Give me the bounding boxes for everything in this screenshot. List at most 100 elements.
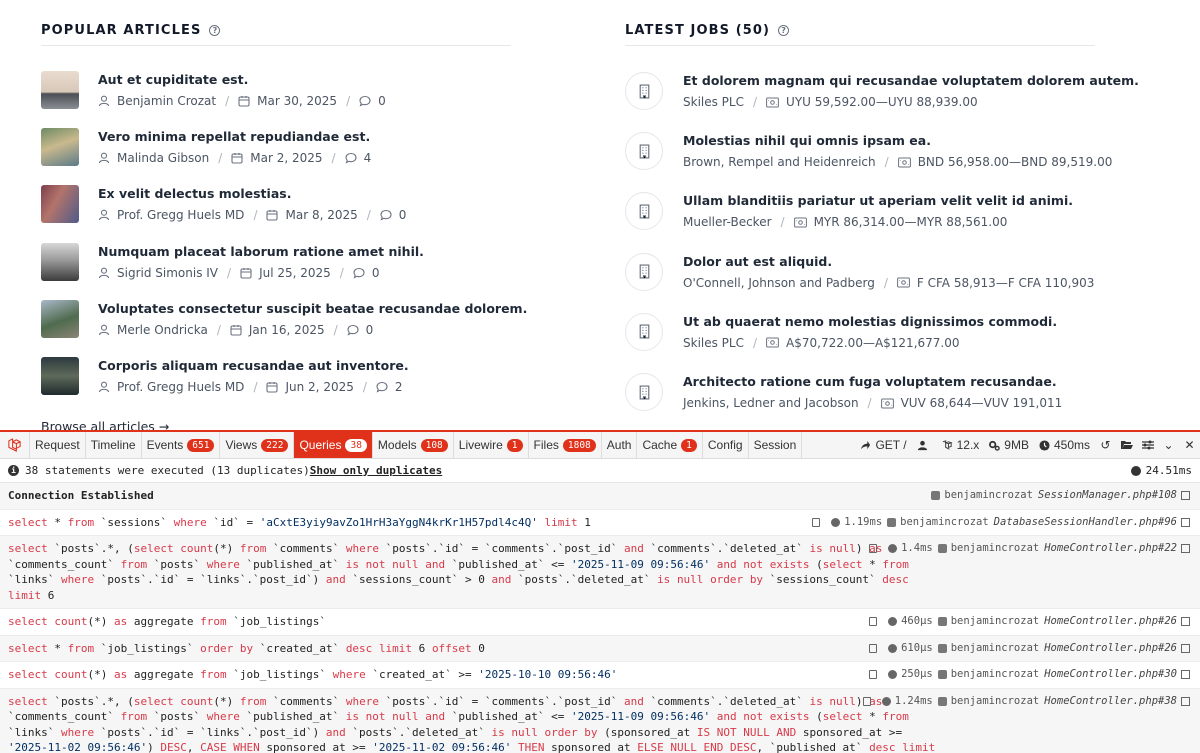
external-link-icon[interactable] — [1181, 517, 1190, 527]
tab-config[interactable]: Config — [703, 432, 749, 458]
job-title[interactable]: Ut ab quaerat nemo molestias dignissimos… — [683, 314, 1057, 329]
query-source[interactable]: HomeController.php#26 — [1044, 641, 1177, 657]
database-icon — [937, 544, 947, 554]
settings-sliders-icon[interactable] — [1137, 440, 1158, 450]
job-salary: UYU 59,592.00—UYU 88,939.00 — [786, 95, 978, 109]
article-author[interactable]: Merle Ondricka — [117, 323, 208, 337]
article-author[interactable]: Prof. Gregg Huels MD — [117, 208, 244, 222]
request-duration[interactable]: 450ms — [1034, 438, 1095, 452]
article-thumbnail[interactable] — [41, 185, 79, 224]
article-item[interactable]: Corporis aliquam recusandae aut inventor… — [41, 357, 511, 399]
external-link-icon[interactable] — [1181, 544, 1190, 554]
job-item[interactable]: Dolor aut est aliquid. O'Connell, Johnson… — [625, 252, 1095, 301]
article-title[interactable]: Vero minima repellat repudiandae est. — [98, 129, 370, 144]
memory-usage[interactable]: 9MB — [984, 438, 1034, 452]
copy-icon[interactable] — [812, 517, 821, 527]
query-row[interactable]: select `posts`.*, (select count(*) from … — [0, 688, 1200, 753]
external-link-icon[interactable] — [1181, 696, 1190, 706]
tab-cache[interactable]: Cache 1 — [637, 432, 703, 458]
job-title[interactable]: Dolor aut est aliquid. — [683, 254, 832, 269]
query-row[interactable]: select count(*) as aggregate from `job_l… — [0, 609, 1200, 636]
history-icon[interactable]: ↺ — [1095, 438, 1116, 452]
article-item[interactable]: Numquam placeat laborum ratione amet nih… — [41, 242, 511, 285]
folder-open-icon[interactable] — [1116, 440, 1137, 450]
query-row[interactable]: select * from `sessions` where `id` = 'a… — [0, 510, 1200, 536]
external-link-icon[interactable] — [1181, 670, 1190, 680]
question-circle-icon[interactable]: ? — [209, 25, 221, 36]
query-row[interactable]: select `posts`.*, (select count(*) from … — [0, 536, 1200, 609]
close-icon[interactable]: ✕ — [1179, 438, 1200, 452]
article-thumbnail[interactable] — [41, 128, 79, 167]
article-title[interactable]: Aut et cupiditate est. — [98, 72, 248, 87]
job-item[interactable]: Et dolorem magnam qui recusandae volupta… — [625, 72, 1139, 120]
external-link-icon[interactable] — [1181, 491, 1190, 501]
article-thumbnail[interactable] — [41, 299, 79, 338]
route-indicator[interactable]: GET / — [855, 438, 911, 452]
job-item[interactable]: Architecto ratione cum fuga voluptatem r… — [625, 373, 1095, 421]
article-thumbnail[interactable] — [41, 242, 79, 281]
query-source[interactable]: HomeController.php#38 — [1044, 694, 1177, 710]
query-meta: 1.19ms benjamincrozat DatabaseSessionHandl… — [812, 515, 1190, 531]
tab-label: Request — [35, 438, 80, 452]
copy-icon[interactable] — [862, 696, 871, 706]
job-item[interactable]: Molestias nihil qui omnis ipsam ea. Brown… — [625, 132, 1112, 180]
copy-icon[interactable] — [869, 617, 878, 627]
tab-badge: 651 — [187, 438, 215, 452]
job-title[interactable]: Molestias nihil qui omnis ipsam ea. — [683, 133, 931, 148]
article-thumbnail[interactable] — [41, 71, 79, 109]
article-title[interactable]: Ex velit delectus molestias. — [98, 186, 291, 201]
external-link-icon[interactable] — [1181, 643, 1190, 653]
copy-icon[interactable] — [869, 670, 878, 680]
job-title[interactable]: Et dolorem magnam qui recusandae volupta… — [683, 73, 1139, 88]
article-title[interactable]: Numquam placeat laborum ratione amet nih… — [98, 244, 424, 259]
job-title[interactable]: Ullam blanditiis pariatur ut aperiam vel… — [683, 193, 1073, 208]
tab-session[interactable]: Session — [749, 432, 803, 458]
query-row[interactable]: select count(*) as aggregate from `job_l… — [0, 662, 1200, 689]
laravel-version[interactable]: 12.x — [937, 438, 985, 452]
article-author[interactable]: Sigrid Simonis IV — [117, 266, 218, 280]
tab-views[interactable]: Views 222 — [220, 432, 295, 458]
job-title[interactable]: Architecto ratione cum fuga voluptatem r… — [683, 374, 1057, 389]
show-duplicates-link[interactable]: Show only duplicates — [310, 464, 442, 477]
article-item[interactable]: Aut et cupiditate est. Benjamin Crozat / Ma… — [41, 71, 511, 113]
query-row[interactable]: select * from `job_listings` order by `c… — [0, 635, 1200, 662]
job-item[interactable]: Ut ab quaerat nemo molestias dignissimos… — [625, 312, 1095, 361]
article-item[interactable]: Voluptates consectetur suscipit beatae r… — [41, 299, 527, 342]
query-source[interactable]: HomeController.php#22 — [1044, 541, 1177, 557]
comment-icon — [380, 210, 392, 221]
browse-all-articles-link[interactable]: Browse all articles → — [41, 419, 169, 430]
job-company: Brown, Rempel and Heidenreich — [683, 155, 876, 170]
copy-icon[interactable] — [869, 643, 878, 653]
tab-label: Session — [753, 438, 797, 452]
tab-events[interactable]: Events 651 — [142, 432, 221, 458]
article-item[interactable]: Ex velit delectus molestias. Prof. Gregg … — [41, 185, 511, 227]
query-source[interactable]: DatabaseSessionHandler.php#96 — [994, 515, 1177, 531]
question-circle-icon[interactable]: ? — [778, 25, 790, 36]
article-author[interactable]: Prof. Gregg Huels MD — [117, 380, 244, 394]
job-building-badge — [625, 252, 663, 291]
query-source[interactable]: HomeController.php#30 — [1044, 667, 1177, 683]
chevron-down-icon[interactable]: ⌄ — [1158, 438, 1179, 452]
query-source[interactable]: HomeController.php#26 — [1044, 614, 1177, 630]
article-thumbnail[interactable] — [41, 357, 79, 395]
connection-source[interactable]: SessionManager.php#108 — [1038, 488, 1177, 504]
tab-files[interactable]: Files 1808 — [529, 432, 602, 458]
building-icon — [639, 83, 649, 99]
user-icon[interactable] — [912, 440, 937, 451]
tab-models[interactable]: Models 108 — [373, 432, 454, 458]
copy-icon[interactable] — [869, 544, 878, 554]
job-item[interactable]: Ullam blanditiis pariatur ut aperiam vel… — [625, 192, 1095, 240]
article-author[interactable]: Benjamin Crozat — [117, 94, 216, 108]
laravel-logo-icon[interactable] — [0, 432, 30, 458]
tab-timeline[interactable]: Timeline — [86, 432, 142, 458]
article-title[interactable]: Corporis aliquam recusandae aut inventor… — [98, 358, 409, 373]
tab-request[interactable]: Request — [30, 432, 86, 458]
external-link-icon[interactable] — [1181, 617, 1190, 627]
tab-livewire[interactable]: Livewire 1 — [454, 432, 529, 458]
tab-queries[interactable]: Queries 38 — [294, 432, 373, 458]
connection-row[interactable]: Connection Established benjamincrozat Se… — [0, 483, 1200, 510]
article-author[interactable]: Malinda Gibson — [117, 151, 209, 165]
article-item[interactable]: Vero minima repellat repudiandae est. Mal… — [41, 128, 511, 170]
tab-auth[interactable]: Auth — [602, 432, 638, 458]
article-title[interactable]: Voluptates consectetur suscipit beatae r… — [98, 301, 527, 316]
